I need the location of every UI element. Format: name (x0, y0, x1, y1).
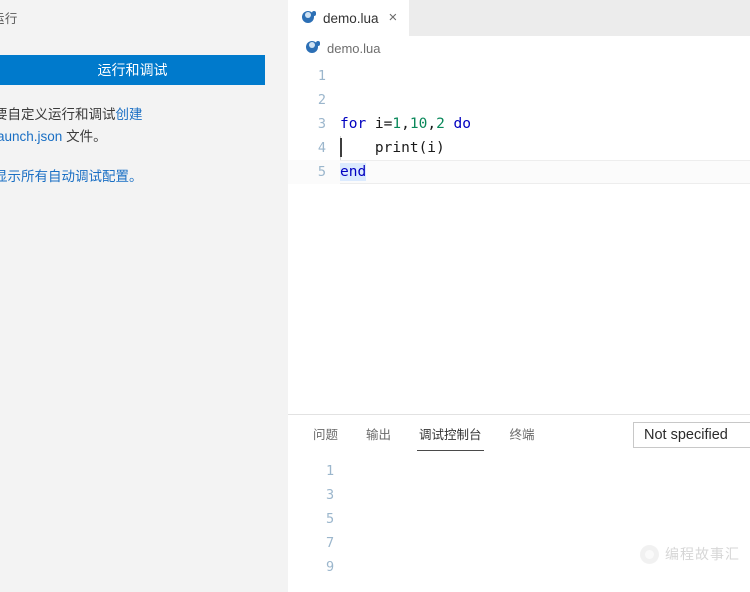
debug-session-select[interactable]: Not specified (633, 422, 750, 448)
console-output-line: 1 (326, 463, 335, 479)
breadcrumb[interactable]: demo.lua (288, 36, 750, 60)
code-line[interactable]: 3 for i=1,10,2 do (288, 112, 750, 136)
console-output-line: 9 (326, 559, 335, 575)
help-link-show-all-automatic-configs[interactable]: 显示所有自动调试配置。 (0, 169, 143, 184)
code-token: 10 (409, 116, 428, 132)
code-line[interactable]: 5 end (288, 160, 750, 184)
breadcrumb-label: demo.lua (327, 40, 381, 56)
code-editor[interactable]: 1 2 3 for i=1,10,2 do 4 print(i) 5 end (288, 60, 750, 414)
sidebar-title: 运行 (0, 12, 18, 26)
help-text-customize: 要自定义运行和调试 (0, 107, 116, 122)
run-and-debug-sidebar: 运行 运行和调试 要自定义运行和调试创建 launch.json 文件。 显示所有… (0, 0, 288, 592)
debug-console-output[interactable]: 1 3 5 7 9 (288, 459, 750, 592)
code-token: , (427, 116, 437, 132)
editor-tab-label: demo.lua (323, 10, 379, 26)
code-line-text: end (340, 160, 750, 184)
code-line-text: for i=1,10,2 do (340, 112, 750, 136)
code-token: i= (366, 116, 393, 132)
help-paragraph-create-launch: 要自定义运行和调试创建 launch.json 文件。 (0, 104, 264, 148)
line-number: 1 (317, 68, 326, 84)
panel-tab-item[interactable]: 问题 (312, 415, 339, 453)
bottom-panel: 问题 输出 调试控制台 终端 Not specified 1 3 5 7 9 (288, 414, 750, 592)
help-paragraph-show-all: 显示所有自动调试配置。 (0, 166, 264, 188)
line-number: 3 (317, 116, 326, 132)
run-and-debug-button[interactable]: 运行和调试 (0, 55, 265, 85)
editor-tab-demo-lua[interactable]: demo.lua × (288, 0, 410, 36)
code-token: 1 (392, 116, 402, 132)
help-link-launch-json[interactable]: launch.json (0, 129, 62, 144)
console-output-line: 3 (326, 487, 335, 503)
code-token: for (340, 116, 367, 132)
panel-tab-item[interactable]: 终端 (509, 415, 536, 453)
panel-tab-item[interactable]: 输出 (365, 415, 392, 453)
vscode-window: 运行 运行和调试 要自定义运行和调试创建 launch.json 文件。 显示所有… (0, 0, 750, 592)
close-icon[interactable]: × (386, 10, 401, 27)
editor-tab-bar: demo.lua × (288, 0, 750, 36)
console-output-line: 7 (326, 535, 335, 551)
code-line-text: print(i) (340, 136, 750, 160)
console-output-line: 5 (326, 511, 335, 527)
editor-area: demo.lua × demo.lua 1 2 3 for i=1,10,2 do 4 … (288, 0, 750, 592)
lua-icon (306, 41, 320, 55)
code-token: print(i) (340, 140, 445, 156)
code-line[interactable]: 2 (288, 88, 750, 112)
panel-tab-debug-console[interactable]: 调试控制台 (417, 415, 484, 453)
code-token: do (453, 116, 472, 132)
code-token: , (401, 116, 410, 132)
line-number: 5 (317, 164, 326, 180)
code-lines: 1 2 3 for i=1,10,2 do 4 print(i) 5 end (288, 64, 750, 184)
code-token: end (340, 163, 367, 181)
line-number: 4 (317, 140, 326, 156)
tab-bar-empty-space (409, 0, 750, 36)
text-cursor (340, 138, 342, 157)
line-number: 2 (317, 92, 326, 108)
code-line[interactable]: 1 (288, 64, 750, 88)
sidebar-help-text: 要自定义运行和调试创建 launch.json 文件。 显示所有自动调试配置。 (0, 104, 264, 188)
debug-session-select-value: Not specified (644, 427, 728, 443)
lua-icon (302, 11, 316, 25)
help-text-file-suffix: 文件。 (62, 129, 107, 144)
help-link-create[interactable]: 创建 (116, 107, 143, 122)
code-token: 2 (436, 116, 445, 132)
code-line[interactable]: 4 print(i) (288, 136, 750, 160)
